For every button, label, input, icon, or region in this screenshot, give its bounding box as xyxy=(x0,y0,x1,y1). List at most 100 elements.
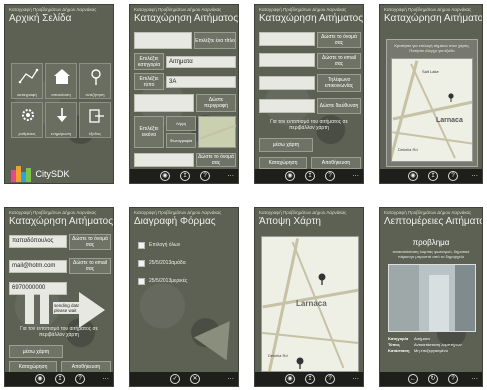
name-button[interactable]: Δώστε το όνομά σας xyxy=(317,32,361,48)
page-title: Καταχώρηση Αιτήματος xyxy=(9,216,114,227)
pin-icon[interactable] xyxy=(318,273,326,285)
submit-button[interactable]: Καταχώρηση xyxy=(259,157,307,169)
tile-exit[interactable]: έξοδος xyxy=(79,102,111,138)
email-button[interactable]: Δώστε το email σας xyxy=(317,53,361,69)
detail-value: Αιτήματα xyxy=(414,336,430,341)
tile-label: αναζήτηση xyxy=(85,92,105,97)
name-button[interactable]: Δώστε το όνομά σας xyxy=(196,153,236,167)
phone-button[interactable]: Τηλέφωνο επικοινωνίας xyxy=(317,74,361,92)
map-button[interactable]: μέσω χάρτη xyxy=(259,138,313,152)
place-label: Dekelia Rd xyxy=(398,147,418,152)
email-input[interactable]: mail@hotm.com xyxy=(9,260,67,273)
list-item[interactable]: 25/5/2013αμάδα xyxy=(138,258,234,276)
camera-icon[interactable]: ◉ xyxy=(285,171,295,181)
description-input[interactable] xyxy=(134,94,194,112)
map-button[interactable]: μέσω χάρτη xyxy=(9,345,63,358)
app-subtitle: Καταγραφή Προβλημάτων Δήμου Λαρνάκας xyxy=(384,210,472,215)
save-button[interactable]: Αποθήκευση xyxy=(311,157,361,169)
tile-grid: καταγραφή απεικόνιση αναζήτηση ρυθμίσεις… xyxy=(11,63,111,139)
type-select[interactable]: 3A xyxy=(166,76,236,88)
name-input[interactable] xyxy=(134,153,194,167)
checkbox[interactable] xyxy=(138,278,145,285)
camera-icon[interactable]: ◉ xyxy=(285,374,295,384)
help-icon[interactable]: ? xyxy=(448,374,458,384)
category-button[interactable]: Επιλέξτε κατηγορία xyxy=(134,53,164,70)
screen-delete-form: Καταγραφή Προβλημάτων Δήμου Λαρνάκας Δια… xyxy=(129,207,239,387)
pin-icon[interactable] xyxy=(448,93,454,102)
tile-display[interactable]: απεικόνιση xyxy=(45,63,77,99)
description-button[interactable]: Δώστε περιγραφή xyxy=(196,94,236,112)
back-icon[interactable]: ← xyxy=(408,374,418,384)
map-notice: Κρατήστε για επιλογή σημείου στον χάρτη.… xyxy=(394,43,470,53)
tile-search[interactable]: αναζήτηση xyxy=(79,63,111,99)
checkbox[interactable] xyxy=(138,242,145,249)
more-icon[interactable]: ... xyxy=(102,372,109,381)
problem-text: αντικατάσταση λαμπας φωτισμού, δημοτικό … xyxy=(392,249,470,259)
refresh-icon[interactable]: ↻ xyxy=(428,374,438,384)
camera-icon[interactable]: ◉ xyxy=(408,171,418,181)
pin-icon[interactable] xyxy=(296,357,304,369)
tile-record[interactable]: καταγραφή xyxy=(11,63,43,99)
more-icon[interactable]: ... xyxy=(227,372,234,381)
upload-icon[interactable]: ↥ xyxy=(305,374,315,384)
category-select[interactable]: Αιτηματα xyxy=(166,56,236,68)
help-icon[interactable]: ? xyxy=(325,171,335,181)
detail-value: Μη επεξεργασμένο xyxy=(414,348,448,353)
phone-input[interactable] xyxy=(259,76,315,90)
name-input[interactable]: παπαδόπουλος xyxy=(9,235,67,248)
app-subtitle: Καταγραφή Προβλημάτων Δήμου Λαρνάκας xyxy=(9,210,97,215)
more-icon[interactable]: ... xyxy=(352,372,359,381)
download-icon xyxy=(57,108,67,122)
map-dialog: Κρατήστε για επιλογή σημείου στον χάρτη.… xyxy=(386,39,478,167)
title-input[interactable] xyxy=(134,32,192,49)
email-button[interactable]: Δώστε το email σας xyxy=(69,258,111,274)
arrow-right-icon xyxy=(79,292,105,328)
more-icon[interactable]: ... xyxy=(471,372,478,381)
app-bar: ◉ ↥ ? ... xyxy=(380,169,482,183)
map-view[interactable]: Salt Lake Larnaca Dekelia Rd xyxy=(391,58,473,162)
photo-gallery-button[interactable]: Φωτογραφία xyxy=(166,133,196,148)
location-hint: Για τον εντοπισμό του αιτήματος σε περιβ… xyxy=(270,119,348,131)
help-icon[interactable]: ? xyxy=(448,171,458,181)
gear-icon xyxy=(22,109,34,121)
pause-icon xyxy=(21,294,57,324)
tile-settings[interactable]: ρυθμίσεις xyxy=(11,102,43,138)
page-title: Αρχική Σελίδα xyxy=(9,13,72,24)
map-road xyxy=(199,124,237,140)
help-icon[interactable]: ? xyxy=(325,374,335,384)
tile-update[interactable]: ενημέρωση xyxy=(45,102,77,138)
upload-icon[interactable]: ↥ xyxy=(428,171,438,181)
map-road xyxy=(410,63,456,159)
app-subtitle: Καταγραφή Προβλημάτων Δήμου Λαρνάκας xyxy=(9,7,97,12)
checkbox[interactable] xyxy=(138,260,145,267)
more-icon[interactable]: ... xyxy=(471,169,478,178)
screen-map-view: Καταγραφή Προβλημάτων Δήμου Λαρνάκας Άπο… xyxy=(254,207,364,387)
title-button[interactable]: Επιλέξτε ένα τίτλο xyxy=(194,32,236,49)
help-icon[interactable]: ? xyxy=(200,171,210,181)
more-icon[interactable]: ... xyxy=(227,169,234,178)
name-button[interactable]: Δώστε το όνομά σας xyxy=(69,234,111,250)
check-icon[interactable]: ✓ xyxy=(170,374,180,384)
upload-icon[interactable]: ↥ xyxy=(55,374,65,384)
more-icon[interactable]: ... xyxy=(352,169,359,178)
list-item[interactable]: Επιλογή όλων xyxy=(138,240,234,258)
upload-icon[interactable]: ↥ xyxy=(180,171,190,181)
camera-icon[interactable]: ◉ xyxy=(35,374,45,384)
help-icon[interactable]: ? xyxy=(75,374,85,384)
take-photo-button[interactable]: Λήψη xyxy=(166,116,196,131)
app-subtitle: Καταγραφή Προβλημάτων Δήμου Λαρνάκας xyxy=(259,210,347,215)
map-view[interactable]: Larnaca Dekelia Rd xyxy=(261,236,359,372)
list-item[interactable]: 25/5/2013μερικές xyxy=(138,276,234,294)
tile-label: ρυθμίσεις xyxy=(18,131,36,136)
email-input[interactable] xyxy=(259,53,315,67)
address-button[interactable]: Δώστε διεύθυνση xyxy=(317,98,361,114)
name-input[interactable] xyxy=(259,32,315,46)
camera-icon[interactable]: ◉ xyxy=(160,171,170,181)
screen-sending: Καταγραφή Προβλημάτων Δήμου Λαρνάκας Κατ… xyxy=(4,207,114,387)
upload-icon[interactable]: ↥ xyxy=(305,171,315,181)
type-button[interactable]: Επιλέξτε τύπο xyxy=(134,73,164,90)
place-label: Dekelia Rd xyxy=(268,353,288,358)
close-icon[interactable]: ✕ xyxy=(190,374,200,384)
address-input[interactable] xyxy=(259,99,315,113)
photo-button[interactable]: Επιλέξτε εικόνα xyxy=(134,116,164,148)
